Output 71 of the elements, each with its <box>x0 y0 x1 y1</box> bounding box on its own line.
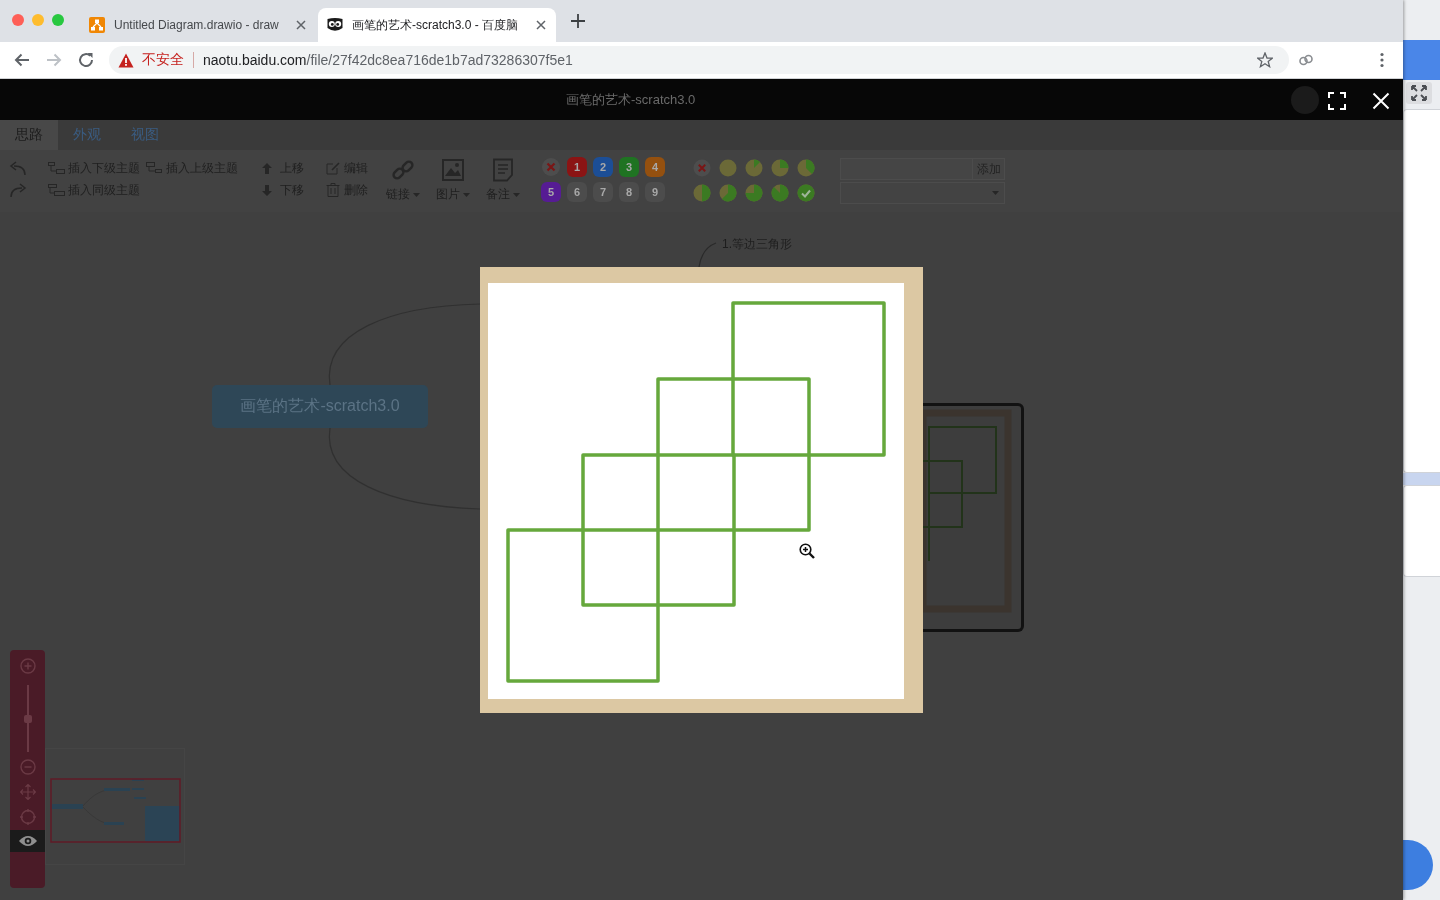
fullscreen-icon[interactable] <box>1328 92 1346 110</box>
expand-icon[interactable] <box>1406 82 1432 104</box>
up-arrow-icon <box>262 162 272 174</box>
new-tab-icon[interactable] <box>571 14 585 28</box>
progress-pie-icon[interactable] <box>719 184 737 202</box>
priority-button[interactable]: 7 <box>593 182 613 202</box>
reload-icon[interactable] <box>77 51 95 69</box>
zoom-in-cursor-icon <box>799 543 815 559</box>
security-warning[interactable]: 不安全 <box>142 51 184 69</box>
progress-pie-icon[interactable] <box>745 184 763 202</box>
progress-pie-icon[interactable] <box>771 159 789 177</box>
redo-icon[interactable] <box>9 182 27 198</box>
progress-pie-icon[interactable] <box>745 159 763 177</box>
link-icon <box>391 158 415 182</box>
note-icon <box>491 158 515 182</box>
zoom-in-icon[interactable] <box>19 658 36 674</box>
parent-topic-icon <box>146 162 163 174</box>
browser-tab[interactable]: 画笔的艺术-scratch3.0 - 百度脑 <box>318 8 556 42</box>
window-zoom-button[interactable] <box>52 14 64 26</box>
clear-progress-icon[interactable] <box>693 159 711 177</box>
move-arrows-icon[interactable] <box>19 784 36 800</box>
connector-line <box>698 242 717 268</box>
zoom-slider-thumb[interactable] <box>23 714 32 723</box>
image-icon <box>441 158 465 182</box>
eye-icon <box>17 835 38 847</box>
progress-pie-icon[interactable] <box>693 184 711 202</box>
progress-empty-icon[interactable] <box>719 159 737 177</box>
window-minimize-button[interactable] <box>32 14 44 26</box>
priority-button[interactable]: 5 <box>541 182 561 202</box>
panel-band <box>1403 473 1440 485</box>
clear-priority-icon[interactable] <box>541 157 561 177</box>
warning-icon <box>118 52 134 68</box>
progress-done-icon[interactable] <box>797 184 815 202</box>
navigator-toggle[interactable] <box>10 830 45 852</box>
priority-button[interactable]: 1 <box>567 157 587 177</box>
resource-select[interactable] <box>840 182 1005 204</box>
caret-icon <box>413 192 420 197</box>
bookmark-star-icon[interactable] <box>1257 52 1273 68</box>
priority-button[interactable]: 4 <box>645 157 665 177</box>
owl-icon <box>327 17 343 33</box>
document-title: 画笔的艺术-scratch3.0 <box>566 90 696 109</box>
priority-button[interactable]: 8 <box>619 182 639 202</box>
back-arrow-icon[interactable] <box>13 51 31 69</box>
caret-icon <box>513 192 520 197</box>
ribbon-tab[interactable]: 视图 <box>116 120 174 150</box>
ribbon-tab[interactable]: 外观 <box>58 120 116 150</box>
diagram-app-icon <box>89 17 105 33</box>
locate-target-icon[interactable] <box>19 809 36 825</box>
priority-button[interactable]: 3 <box>619 157 639 177</box>
url-text: naotu.baidu.com/file/27f42dc8ea716de1b7ad73286307f5e1 <box>203 52 573 68</box>
caret-icon <box>463 192 470 197</box>
priority-button[interactable]: 2 <box>593 157 613 177</box>
priority-button[interactable]: 9 <box>645 182 665 202</box>
browser-tab[interactable]: Untitled Diagram.drawio - draw <box>80 8 316 42</box>
priority-button[interactable]: 6 <box>567 182 587 202</box>
undo-icon[interactable] <box>9 160 27 176</box>
header-bar <box>1403 40 1440 80</box>
progress-pie-icon[interactable] <box>797 159 815 177</box>
round-button[interactable] <box>1403 840 1433 890</box>
progress-pie-icon[interactable] <box>771 184 789 202</box>
down-arrow-icon <box>262 184 272 196</box>
trash-icon <box>326 183 340 197</box>
sibling-topic-icon <box>48 184 65 196</box>
child-topic-icon <box>48 162 65 174</box>
zoom-out-icon[interactable] <box>19 759 36 775</box>
close-icon[interactable] <box>536 20 546 30</box>
window-close-button[interactable] <box>12 14 24 26</box>
address-bar[interactable]: 不安全 naotu.baidu.com/file/27f42dc8ea716de1b7ad73286307f5e1 <box>109 46 1289 74</box>
pencil-icon <box>326 161 340 175</box>
extension-icon[interactable] <box>1298 52 1314 68</box>
menu-icon[interactable] <box>1380 52 1384 68</box>
